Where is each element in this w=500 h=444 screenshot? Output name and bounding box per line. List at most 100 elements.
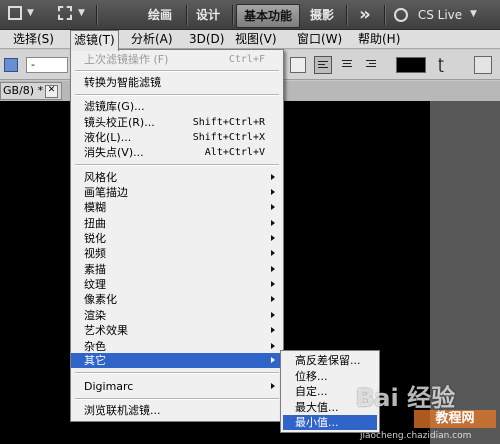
menu-item-label: 消失点(V)...: [84, 146, 144, 159]
submenu-arrow-icon: [271, 235, 275, 241]
menu-window[interactable]: 窗口(W): [294, 30, 345, 49]
menu-3d[interactable]: 3D(D): [186, 30, 227, 49]
menu-bar: 选择(S) 滤镜(T) 分析(A) 3D(D) 视图(V) 窗口(W) 帮助(H…: [0, 30, 500, 51]
menu-item-label: 杂色: [84, 340, 106, 353]
chevron-down-icon[interactable]: ▼: [78, 8, 85, 18]
menu-item-label: 滤镜库(G)...: [84, 100, 145, 113]
menu-view[interactable]: 视图(V): [232, 30, 280, 49]
chevron-down-icon[interactable]: ▼: [27, 8, 34, 18]
menu-item-label: 风格化: [84, 171, 117, 184]
arrange-documents-icon[interactable]: [58, 6, 72, 20]
submenu-item-minimum[interactable]: 最小值...: [283, 415, 377, 430]
submenu-arrow-icon: [271, 266, 275, 272]
menu-separator: [75, 398, 279, 400]
align-left-icon[interactable]: [314, 56, 332, 74]
submenu-arrow-icon: [271, 250, 275, 256]
menu-item-video[interactable]: 视频: [71, 246, 283, 261]
menu-item-label: 镜头校正(R)...: [84, 116, 155, 129]
menu-analysis[interactable]: 分析(A): [128, 30, 176, 49]
submenu-arrow-icon: [271, 383, 275, 389]
menu-separator: [75, 164, 279, 166]
menu-item-brush-strokes[interactable]: 画笔描边: [71, 185, 283, 200]
menu-select[interactable]: 选择(S): [10, 30, 57, 49]
menu-item-liquify[interactable]: 液化(L)... Shift+Ctrl+X: [71, 130, 283, 145]
close-icon[interactable]: ✕: [45, 85, 58, 98]
submenu-arrow-icon: [271, 204, 275, 210]
filter-menu: 上次滤镜操作 (F) Ctrl+F 转换为智能滤镜 滤镜库(G)... 镜头校正…: [70, 49, 284, 422]
menu-item-other[interactable]: 其它: [71, 353, 283, 368]
other-submenu: 高反差保留... 位移... 自定... 最大值... 最小值...: [280, 350, 380, 433]
menu-item-shortcut: Shift+Ctrl+R: [192, 117, 265, 128]
menu-item-vanishing-point[interactable]: 消失点(V)... Alt+Ctrl+V: [71, 145, 283, 160]
menu-item-digimarc[interactable]: Digimarc: [71, 379, 283, 394]
cs-live-button[interactable]: CS Live: [412, 4, 468, 26]
menu-item-sharpen[interactable]: 锐化: [71, 231, 283, 246]
screen-mode-icon[interactable]: [8, 6, 22, 20]
menu-separator: [75, 372, 279, 374]
menu-item-render[interactable]: 渲染: [71, 308, 283, 323]
menu-item-browse-online-filters[interactable]: 浏览联机滤镜...: [71, 403, 283, 418]
cs-live-icon[interactable]: [394, 8, 408, 22]
submenu-arrow-icon: [271, 296, 275, 302]
menu-item-blur[interactable]: 模糊: [71, 200, 283, 215]
anti-alias-icon[interactable]: [290, 57, 306, 73]
menu-item-label: 锐化: [84, 232, 106, 245]
workspace-photography-button[interactable]: 摄影: [302, 4, 342, 26]
menu-item-label: Digimarc: [84, 380, 134, 393]
submenu-arrow-icon: [271, 343, 275, 349]
menu-item-label: 扭曲: [84, 217, 106, 230]
menu-item-distort[interactable]: 扭曲: [71, 216, 283, 231]
submenu-item-high-pass[interactable]: 高反差保留...: [283, 353, 377, 368]
menu-item-noise[interactable]: 杂色: [71, 339, 283, 354]
menu-item-label: 上次滤镜操作 (F): [84, 53, 169, 66]
menu-item-label: 渲染: [84, 309, 106, 322]
menu-item-shortcut: Shift+Ctrl+X: [192, 132, 265, 143]
warp-text-icon[interactable]: ʈ: [438, 55, 444, 73]
menu-item-label: 纹理: [84, 278, 106, 291]
submenu-item-offset[interactable]: 位移...: [283, 369, 377, 384]
menu-item-lens-correction[interactable]: 镜头校正(R)... Shift+Ctrl+R: [71, 115, 283, 130]
menu-separator: [75, 94, 279, 96]
workspace-essentials-button[interactable]: 基本功能: [236, 4, 300, 28]
submenu-arrow-icon: [271, 189, 275, 195]
menu-item-label: 素描: [84, 263, 106, 276]
menu-item-label: 像素化: [84, 293, 117, 306]
menu-item-texture[interactable]: 纹理: [71, 277, 283, 292]
menu-item-label: 模糊: [84, 201, 106, 214]
menu-item-shortcut: Alt+Ctrl+V: [204, 147, 265, 158]
menu-item-pixelate[interactable]: 像素化: [71, 292, 283, 307]
align-right-icon[interactable]: [362, 56, 380, 74]
document-tab-title: GB/8) *: [3, 84, 44, 97]
menu-item-shortcut: Ctrl+F: [228, 54, 265, 65]
menu-item-convert-smart-filter[interactable]: 转换为智能滤镜: [71, 75, 283, 90]
align-center-icon[interactable]: [338, 56, 356, 74]
document-tab[interactable]: GB/8) * ✕: [0, 82, 62, 100]
submenu-item-maximum[interactable]: 最大值...: [283, 400, 377, 415]
menu-item-filter-gallery[interactable]: 滤镜库(G)...: [71, 99, 283, 114]
submenu-arrow-icon: [271, 357, 275, 363]
font-family-field[interactable]: -: [26, 57, 68, 73]
menu-help[interactable]: 帮助(H): [355, 30, 403, 49]
workspace-overflow-button[interactable]: »: [350, 4, 380, 26]
submenu-item-custom[interactable]: 自定...: [283, 384, 377, 399]
submenu-arrow-icon: [271, 281, 275, 287]
submenu-arrow-icon: [271, 327, 275, 333]
menu-item-artistic[interactable]: 艺术效果: [71, 323, 283, 338]
menu-item-label: 其它: [84, 354, 106, 367]
menu-item-stylize[interactable]: 风格化: [71, 170, 283, 185]
menu-item-label: 画笔描边: [84, 186, 128, 199]
menu-item-label: 液化(L)...: [84, 131, 132, 144]
submenu-arrow-icon: [271, 312, 275, 318]
menu-filter[interactable]: 滤镜(T): [70, 30, 119, 51]
tool-preset-icon[interactable]: [4, 58, 18, 72]
submenu-arrow-icon: [271, 220, 275, 226]
menu-item-last-filter[interactable]: 上次滤镜操作 (F) Ctrl+F: [71, 52, 283, 67]
workspace-design-button[interactable]: 设计: [188, 4, 228, 26]
character-panel-icon[interactable]: [474, 56, 492, 74]
chevron-down-icon[interactable]: ▼: [470, 9, 477, 19]
text-color-swatch[interactable]: [396, 57, 426, 73]
menu-item-label: 视频: [84, 247, 106, 260]
submenu-arrow-icon: [271, 174, 275, 180]
menu-item-sketch[interactable]: 素描: [71, 262, 283, 277]
workspace-painting-button[interactable]: 绘画: [140, 4, 180, 26]
